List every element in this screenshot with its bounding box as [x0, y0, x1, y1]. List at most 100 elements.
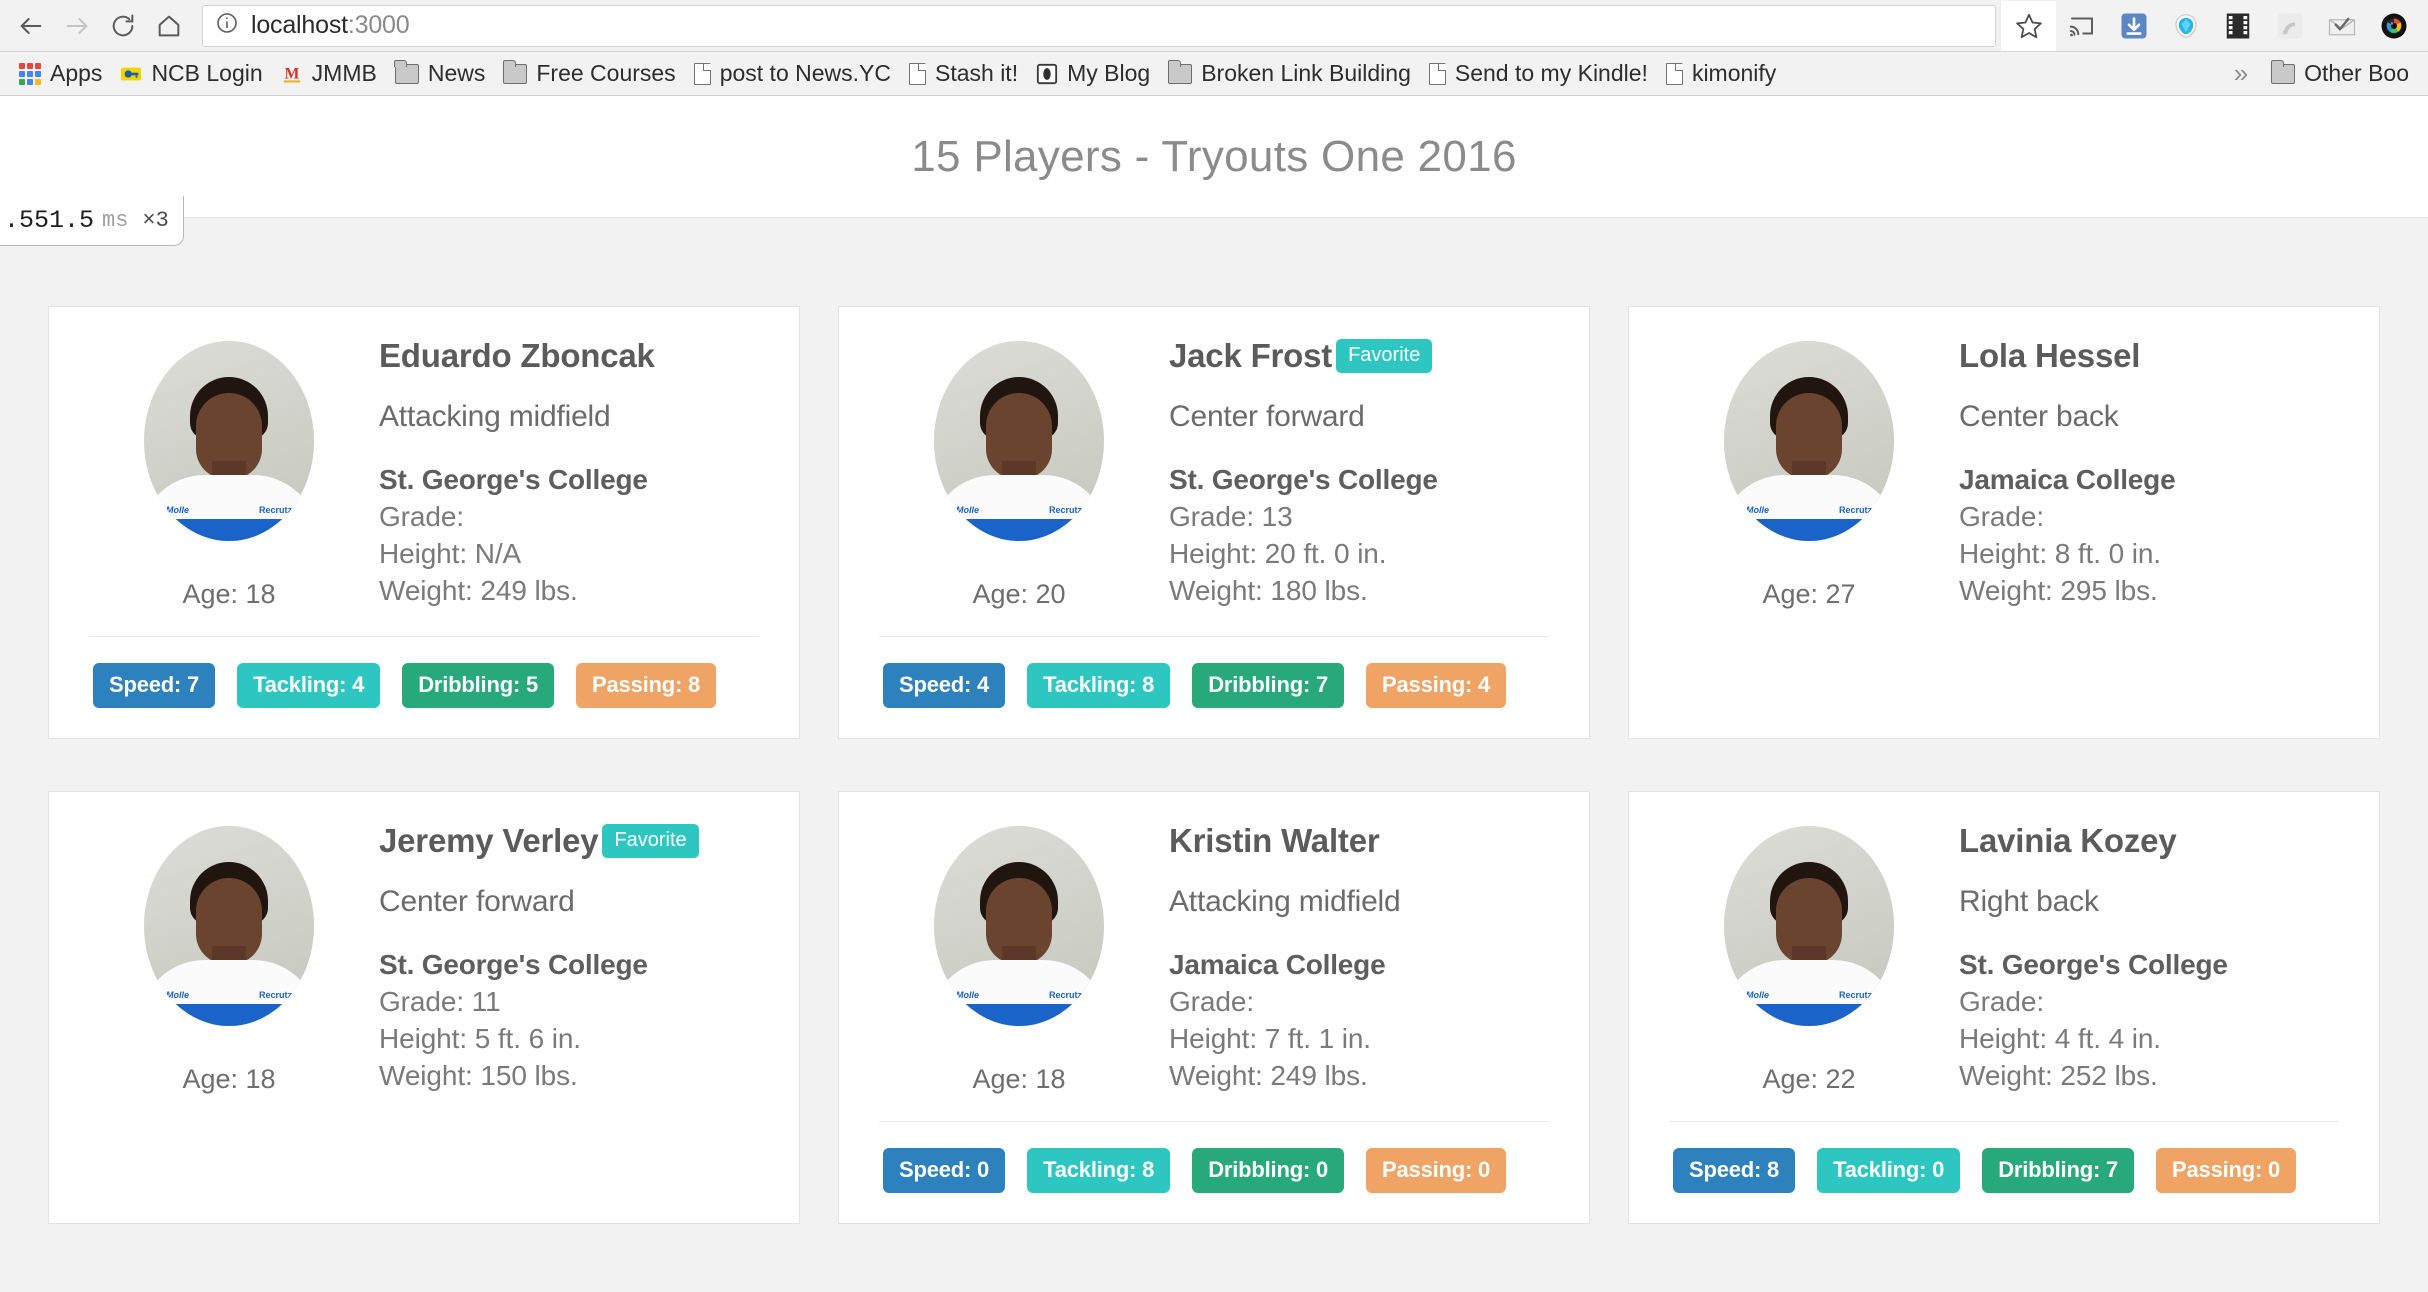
skill-badge-speed[interactable]: Speed: 8	[1673, 1148, 1796, 1193]
bookmark-label: NCB Login	[151, 60, 263, 86]
bookmark-label: JMMB	[311, 60, 377, 86]
bookmark-kimonify[interactable]: kimonify	[1657, 57, 1785, 91]
bookmark-jmmb[interactable]: M JMMB	[272, 57, 386, 91]
download-icon[interactable]	[2108, 0, 2160, 52]
skill-badge-dribbling[interactable]: Dribbling: 7	[1192, 663, 1345, 708]
name-row: Jeremy Verley Favorite	[379, 822, 769, 861]
player-weight: Weight: 295 lbs.	[1959, 574, 2158, 606]
bookmark-stash-it[interactable]: Stash it!	[900, 57, 1027, 91]
url-host: localhost	[251, 11, 348, 39]
player-info: Eduardo Zboncak Favorite Attacking midfi…	[379, 329, 769, 607]
card-top: Molle Recrutz Age: 18 Eduardo Zboncak Fa…	[79, 329, 769, 610]
bookmark-post-to-newsyc[interactable]: post to News.YC	[685, 57, 900, 91]
skill-badge-passing[interactable]: Passing: 4	[1366, 663, 1507, 708]
player-card[interactable]: Molle Recrutz Age: 22 Lavinia Kozey Favo…	[1628, 791, 2380, 1224]
name-row: Eduardo Zboncak Favorite	[379, 337, 769, 376]
mail-check-icon[interactable]	[2316, 0, 2368, 52]
avatar-column: Molle Recrutz Age: 27	[1659, 329, 1959, 610]
player-weight: Weight: 252 lbs.	[1959, 1059, 2158, 1091]
site-info-icon[interactable]	[215, 11, 239, 40]
player-grade: Grade: 13	[1169, 500, 1293, 532]
skill-badge-tackling[interactable]: Tackling: 8	[1027, 1148, 1171, 1193]
ncb-login-icon	[120, 63, 142, 85]
bookmark-label: My Blog	[1067, 60, 1151, 86]
skill-badge-tackling[interactable]: Tackling: 8	[1027, 663, 1171, 708]
name-row: Lola Hessel Favorite	[1959, 337, 2349, 376]
bookmark-broken-link-building[interactable]: Broken Link Building	[1159, 57, 1420, 91]
bookmark-news[interactable]: News	[386, 57, 495, 91]
favorite-badge[interactable]: Favorite	[1336, 339, 1433, 373]
bookmark-free-courses[interactable]: Free Courses	[494, 57, 684, 91]
bookmark-apps[interactable]: Apps	[10, 57, 111, 91]
card-top: Molle Recrutz Age: 18 Kristin Walter Fav…	[869, 814, 1559, 1095]
skill-badge-speed[interactable]: Speed: 4	[883, 663, 1006, 708]
perf-ms-value: .551.5	[4, 206, 95, 235]
bookmark-other-bookmarks[interactable]: Other Boo	[2262, 57, 2418, 91]
player-position: Center forward	[379, 884, 575, 918]
player-height: Height: 5 ft. 6 in.	[379, 1022, 581, 1054]
player-position: Attacking midfield	[1169, 884, 1401, 918]
skill-badge-speed[interactable]: Speed: 7	[93, 663, 216, 708]
skill-badge-tackling[interactable]: Tackling: 0	[1817, 1148, 1961, 1193]
browser-toolbar: localhost:3000	[0, 0, 2428, 52]
player-info: Kristin Walter Favorite Attacking midfie…	[1169, 814, 1559, 1092]
bookmark-ncb-login[interactable]: NCB Login	[111, 57, 271, 91]
feedly-icon[interactable]	[2264, 0, 2316, 52]
skill-badge-passing[interactable]: Passing: 0	[1366, 1148, 1507, 1193]
folder-icon	[1167, 59, 1193, 84]
address-bar[interactable]: localhost:3000	[202, 4, 1996, 47]
player-weight: Weight: 249 lbs.	[379, 574, 578, 606]
player-card[interactable]: Molle Recrutz Age: 18 Kristin Walter Fav…	[838, 791, 1590, 1224]
player-card[interactable]: Molle Recrutz Age: 20 Jack Frost Favorit…	[838, 306, 1590, 739]
doc-icon	[693, 62, 711, 85]
player-name: Jeremy Verley	[379, 822, 599, 859]
player-avatar: Molle Recrutz	[144, 826, 314, 1026]
bookmarks-overflow-button[interactable]: »	[2220, 58, 2262, 89]
bookmark-label: Stash it!	[934, 60, 1019, 86]
camera-lens-icon[interactable]	[2368, 0, 2420, 52]
player-card[interactable]: Molle Recrutz Age: 18 Jeremy Verley Favo…	[48, 791, 800, 1224]
skill-badge-passing[interactable]: Passing: 8	[576, 663, 717, 708]
reload-button[interactable]	[100, 3, 146, 49]
player-avatar: Molle Recrutz	[1724, 341, 1894, 541]
home-button[interactable]	[146, 3, 192, 49]
skill-badge-dribbling[interactable]: Dribbling: 7	[1982, 1148, 2135, 1193]
player-avatar: Molle Recrutz	[934, 341, 1104, 541]
player-card[interactable]: Molle Recrutz Age: 18 Eduardo Zboncak Fa…	[48, 306, 800, 739]
skill-badge-speed[interactable]: Speed: 0	[883, 1148, 1006, 1193]
player-age: Age: 27	[1762, 579, 1856, 609]
skill-badge-tackling[interactable]: Tackling: 4	[237, 663, 381, 708]
player-card[interactable]: Molle Recrutz Age: 27 Lola Hessel Favori…	[1628, 306, 2380, 739]
back-button[interactable]	[8, 3, 54, 49]
cast-icon[interactable]	[2056, 0, 2108, 52]
player-name: Lola Hessel	[1959, 337, 2141, 374]
apps-grid-icon	[19, 62, 41, 85]
bookmarks-bar: Apps NCB Login M JMMB News Free Courses …	[0, 52, 2428, 96]
bookmark-send-to-my-kindle[interactable]: Send to my Kindle!	[1420, 57, 1657, 91]
forward-button[interactable]	[54, 3, 100, 49]
card-top: Molle Recrutz Age: 22 Lavinia Kozey Favo…	[1659, 814, 2349, 1095]
player-school: St. George's College	[379, 948, 648, 980]
skill-badge-dribbling[interactable]: Dribbling: 5	[402, 663, 555, 708]
filmstrip-icon[interactable]	[2212, 0, 2264, 52]
skill-badge-dribbling[interactable]: Dribbling: 0	[1192, 1148, 1345, 1193]
card-top: Molle Recrutz Age: 18 Jeremy Verley Favo…	[79, 814, 769, 1095]
extension-icons	[2056, 0, 2420, 52]
player-height: Height: 8 ft. 0 in.	[1959, 537, 2161, 569]
diamond-icon[interactable]	[2160, 0, 2212, 52]
doc-icon	[908, 62, 926, 85]
player-position: Center back	[1959, 399, 2119, 433]
favorite-badge[interactable]: Favorite	[602, 824, 699, 858]
folder-icon	[502, 59, 528, 84]
bookmark-my-blog[interactable]: My Blog	[1027, 57, 1159, 91]
skills-row: Speed: 8 Tackling: 0 Dribbling: 7 Passing: …	[1659, 1122, 2349, 1223]
skill-badge-passing[interactable]: Passing: 0	[2156, 1148, 2297, 1193]
player-position: Center forward	[1169, 399, 1365, 433]
url-text: localhost:3000	[251, 11, 410, 40]
bookmark-star-button[interactable]	[2000, 0, 2056, 51]
player-avatar: Molle Recrutz	[1724, 826, 1894, 1026]
blog-icon	[1036, 63, 1058, 85]
perf-multiplier: ×3	[142, 208, 169, 233]
avatar-column: Molle Recrutz Age: 18	[869, 814, 1169, 1095]
card-top: Molle Recrutz Age: 27 Lola Hessel Favori…	[1659, 329, 2349, 610]
